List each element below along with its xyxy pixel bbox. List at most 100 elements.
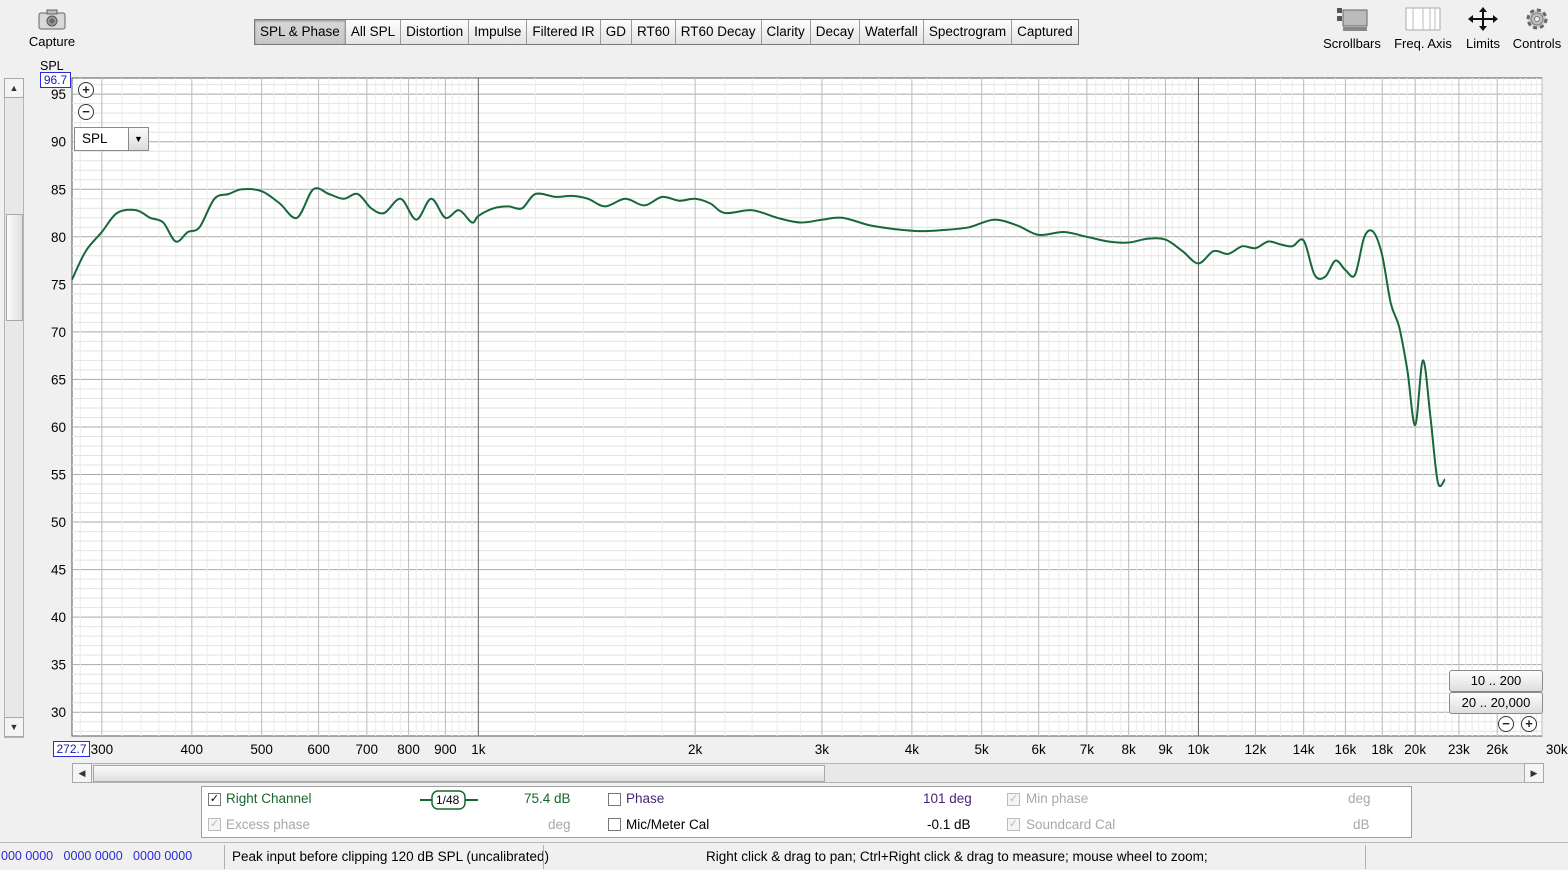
y-tick-label: 60 [51,420,66,435]
tab-decay[interactable]: Decay [811,20,861,44]
x-tick-label: 7k [1080,742,1095,757]
soundcard-cal-unit: dB [1353,817,1370,832]
mic-cal-label: Mic/Meter Cal [626,817,710,832]
x-tick-label: 23k [1448,742,1470,757]
x-tick-label: 14k [1293,742,1315,757]
chevron-down-icon: ▼ [128,128,148,150]
tab-impulse[interactable]: Impulse [469,20,528,44]
x-tick-label: 600 [307,742,330,757]
freq-axis-button[interactable]: Freq. Axis [1390,6,1456,51]
x-tick-label: 2k [688,742,703,757]
y-tick-label: 65 [51,372,66,387]
tab-rt60[interactable]: RT60 [632,20,676,44]
y-tick-label: 50 [51,515,66,530]
scrollbars-button[interactable]: Scrollbars [1320,6,1384,51]
limits-label: Limits [1466,36,1500,51]
right-channel-checkbox[interactable]: ✓ [208,793,221,806]
y-tick-label: 80 [51,230,66,245]
tab-spl-phase[interactable]: SPL & Phase [255,20,346,44]
right-channel-value: 75.4 dB [524,791,571,806]
tab-distortion[interactable]: Distortion [401,20,470,44]
limits-button[interactable]: Limits [1460,6,1506,51]
x-tick-label: 300 [91,742,114,757]
tab-captured[interactable]: Captured [1012,20,1078,44]
min-phase-label: Min phase [1026,791,1089,806]
tab-spectrogram[interactable]: Spectrogram [924,20,1013,44]
tab-clarity[interactable]: Clarity [762,20,811,44]
peak-input-text: Peak input before clipping 120 dB SPL (u… [232,849,549,864]
x-tick-label: 500 [250,742,273,757]
soundcard-cal-checkbox[interactable]: ✓ [1007,818,1020,831]
x-tick-label: 18k [1371,742,1393,757]
x-tick-label: 1k [471,742,486,757]
scrollbars-icon [1337,8,1368,31]
min-phase-unit: deg [1348,791,1371,806]
scrollbars-label: Scrollbars [1323,36,1381,51]
x-tick-label: 8k [1122,742,1137,757]
x-tick-label: 6k [1032,742,1047,757]
y-tick-label: 85 [51,182,66,197]
mouse-hint-text: Right click & drag to pan; Ctrl+Right cl… [706,849,1208,864]
x-tick-label: 10k [1188,742,1210,757]
scroll-left-button[interactable]: ◀ [72,763,92,783]
zoom-out-x-icon[interactable]: − [1498,716,1514,732]
y-tick-label: 95 [51,87,66,102]
x-tick-label: 5k [975,742,990,757]
camera-icon [38,9,66,30]
phase-value: 101 deg [923,791,972,806]
smoothing-label: 1/48 [436,793,460,807]
arrows-expand-icon [1468,7,1498,31]
tab-gd[interactable]: GD [601,20,632,44]
soundcard-cal-label: Soundcard Cal [1026,817,1116,832]
zoom-in-x-icon[interactable]: + [1521,716,1537,732]
y-tick-label: 45 [51,563,66,578]
x-tick-label: 400 [181,742,204,757]
measurement-type-select[interactable]: SPL ▼ [74,127,149,151]
zoom-in-y-icon[interactable]: + [78,82,94,98]
tab-all-spl[interactable]: All SPL [346,20,402,44]
excess-phase-checkbox[interactable]: ✓ [208,818,221,831]
freq-axis-label: Freq. Axis [1394,36,1452,51]
x-tick-label: 900 [434,742,457,757]
x-tick-label: 30kHz [1546,742,1568,757]
y-tick-label: 90 [51,135,66,150]
range-10-200-button[interactable]: 10 .. 200 [1449,670,1543,692]
x-tick-label: 20k [1404,742,1426,757]
x-tick-label: 4k [905,742,920,757]
plot-area [71,77,1543,737]
capture-label: Capture [28,34,76,49]
tab-rt60-decay[interactable]: RT60 Decay [676,20,762,44]
horizontal-scroll-thumb[interactable] [93,765,825,782]
tab-waterfall[interactable]: Waterfall [860,20,924,44]
excess-phase-unit: deg [548,817,571,832]
x-tick-label: 700 [356,742,379,757]
trace-legend-panel: ✓ Right Channel 1/48 75.4 dB ✓ Excess ph… [201,786,1412,838]
x-tick-label: 16k [1335,742,1357,757]
x-tick-label: 9k [1158,742,1173,757]
mic-cal-checkbox[interactable] [608,818,621,831]
zoom-out-y-icon[interactable]: − [78,104,94,120]
excess-phase-label: Excess phase [226,817,311,832]
tab-filtered-ir[interactable]: Filtered IR [527,20,601,44]
x-tick-label: 26k [1486,742,1508,757]
y-tick-label: 40 [51,610,66,625]
range-20-20000-button[interactable]: 20 .. 20,000 [1449,692,1543,714]
x-tick-label: 12k [1245,742,1267,757]
controls-button[interactable]: Controls [1510,6,1564,51]
phase-label: Phase [626,791,665,806]
phase-checkbox[interactable] [608,793,621,806]
capture-button[interactable]: Capture [22,8,82,49]
horizontal-scrollbar[interactable] [72,763,1544,783]
right-channel-label: Right Channel [226,791,312,806]
y-tick-label: 30 [51,705,66,720]
spl-chart[interactable]: 95 90 85 80 75 70 65 60 55 50 45 40 35 30 300 400 500 600… [0,60,1568,760]
status-bar: 000 0000 0000 0000 0000 0000 Peak input … [0,842,1568,870]
scroll-right-button[interactable]: ▶ [1524,763,1544,783]
x-tick-label: 800 [397,742,420,757]
y-tick-label: 75 [51,277,66,292]
min-phase-checkbox[interactable]: ✓ [1007,793,1020,806]
mic-cal-value: -0.1 dB [927,817,971,832]
freq-axis-icon [1405,7,1441,31]
input-level-meter: 000 0000 0000 0000 0000 0000 [1,849,193,863]
y-tick-label: 35 [51,658,66,673]
